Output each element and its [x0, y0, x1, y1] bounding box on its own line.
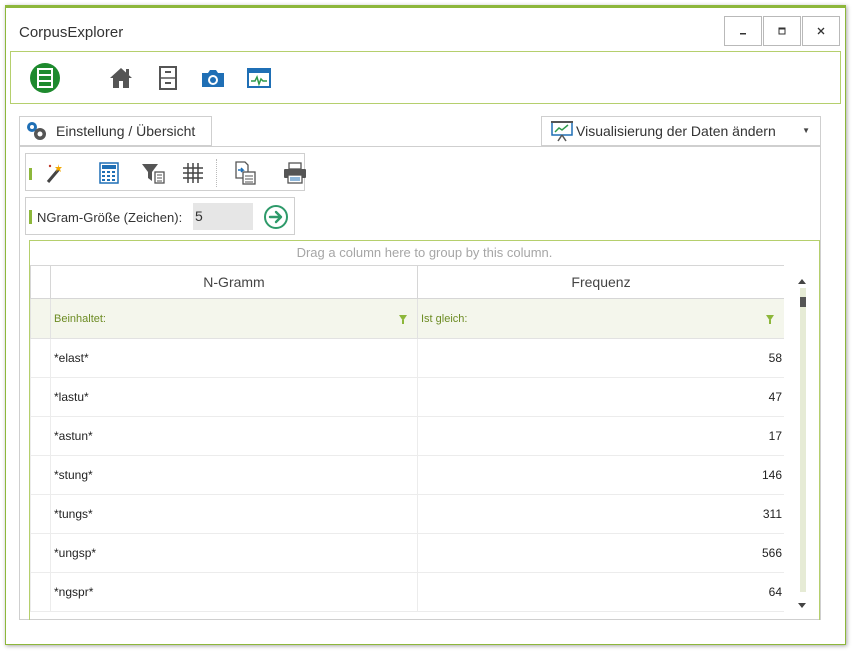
column-header-frequency[interactable]: Frequenz — [417, 266, 784, 298]
scrollbar-thumb[interactable] — [800, 297, 806, 307]
row-indicator — [30, 417, 50, 456]
scroll-up-icon[interactable] — [798, 279, 806, 284]
arrow-right-circle-icon — [264, 205, 288, 229]
gears-icon — [24, 119, 50, 143]
frequency-cell[interactable]: 17 — [417, 417, 784, 456]
data-grid: Drag a column here to group by this colu… — [29, 240, 820, 620]
toolbar — [25, 153, 306, 191]
table-row[interactable]: *astun* 17 — [30, 417, 784, 456]
table-row[interactable]: *tungs* 311 — [30, 495, 784, 534]
close-button[interactable] — [802, 16, 840, 46]
toolbar-separator — [216, 159, 217, 187]
filter-funnel-icon[interactable] — [766, 315, 774, 324]
ngram-cell[interactable]: *lastu* — [50, 378, 417, 417]
filter-operator-ngram: Beinhaltet: — [54, 313, 106, 325]
visualize-dropdown-label: Visualisierung der Daten ändern — [576, 123, 776, 139]
ngram-bar-grip[interactable] — [29, 210, 32, 224]
ngram-cell[interactable]: *tungs* — [50, 495, 417, 534]
vertical-scrollbar[interactable] — [800, 288, 806, 592]
filter-operator-frequency: Ist gleich: — [421, 313, 468, 325]
home-icon[interactable] — [105, 62, 137, 94]
row-indicator — [30, 495, 50, 534]
monitor-chart-icon[interactable] — [243, 62, 275, 94]
table-row[interactable]: *ungsp* 566 — [30, 534, 784, 573]
close-icon — [817, 27, 825, 35]
cabinet-icon[interactable] — [152, 62, 184, 94]
frequency-cell[interactable]: 64 — [417, 573, 784, 612]
maximize-button[interactable] — [763, 16, 801, 46]
frequency-cell[interactable]: 146 — [417, 456, 784, 495]
frequency-cell[interactable]: 47 — [417, 378, 784, 417]
dropdown-arrow-icon: ▼ — [802, 126, 810, 135]
ngram-size-bar: NGram-Größe (Zeichen): 5 — [25, 197, 295, 235]
row-indicator — [30, 456, 50, 495]
filter-funnel-icon[interactable] — [399, 315, 407, 324]
scroll-down-icon[interactable] — [798, 603, 806, 608]
database-icon[interactable] — [29, 62, 61, 94]
table-row[interactable]: *elast* 58 — [30, 339, 784, 378]
row-indicator — [30, 534, 50, 573]
minimize-button[interactable] — [724, 16, 762, 46]
ngram-size-label: NGram-Größe (Zeichen): — [37, 210, 183, 225]
row-indicator — [30, 339, 50, 378]
filter-cell-ngram[interactable]: Beinhaltet: — [50, 299, 417, 339]
magic-wand-icon[interactable] — [41, 159, 69, 187]
apply-button[interactable] — [263, 204, 289, 230]
window-controls — [723, 16, 840, 46]
ngram-cell[interactable]: *stung* — [50, 456, 417, 495]
row-indicator-header — [30, 266, 50, 298]
filter-icon[interactable] — [139, 159, 167, 187]
table-row[interactable]: *ngspr* 64 — [30, 573, 784, 612]
group-by-panel[interactable]: Drag a column here to group by this colu… — [30, 241, 819, 265]
filter-cell-frequency[interactable]: Ist gleich: — [417, 299, 784, 339]
camera-icon[interactable] — [197, 62, 229, 94]
ngram-cell[interactable]: *ngspr* — [50, 573, 417, 612]
filter-indicator — [30, 299, 50, 339]
ngram-cell[interactable]: *ungsp* — [50, 534, 417, 573]
row-indicator — [30, 573, 50, 612]
presentation-chart-icon — [550, 120, 574, 142]
export-icon[interactable] — [231, 159, 259, 187]
visualize-dropdown[interactable]: Visualisierung der Daten ändern ▼ — [541, 116, 821, 146]
minimize-icon — [740, 33, 746, 35]
header-row: N-Gramm Frequenz — [30, 265, 784, 299]
settings-tab-label: Einstellung / Übersicht — [56, 123, 196, 139]
ngram-cell[interactable]: *astun* — [50, 417, 417, 456]
grid-icon[interactable] — [179, 159, 207, 187]
table-row[interactable]: *stung* 146 — [30, 456, 784, 495]
toolbar-grip[interactable] — [29, 168, 32, 180]
calculator-icon[interactable] — [95, 159, 123, 187]
filter-row: Beinhaltet: Ist gleich: — [30, 299, 784, 339]
window-title: CorpusExplorer — [19, 24, 124, 41]
ngram-size-input[interactable]: 5 — [193, 203, 253, 230]
ngram-cell[interactable]: *elast* — [50, 339, 417, 378]
settings-tab[interactable]: Einstellung / Übersicht — [19, 116, 212, 146]
column-header-ngram[interactable]: N-Gramm — [50, 266, 417, 298]
frequency-cell[interactable]: 311 — [417, 495, 784, 534]
print-icon[interactable] — [281, 159, 309, 187]
table-row[interactable]: *lastu* 47 — [30, 378, 784, 417]
maximize-icon — [778, 27, 786, 35]
ribbon — [10, 51, 841, 104]
frequency-cell[interactable]: 58 — [417, 339, 784, 378]
frequency-cell[interactable]: 566 — [417, 534, 784, 573]
row-indicator — [30, 378, 50, 417]
